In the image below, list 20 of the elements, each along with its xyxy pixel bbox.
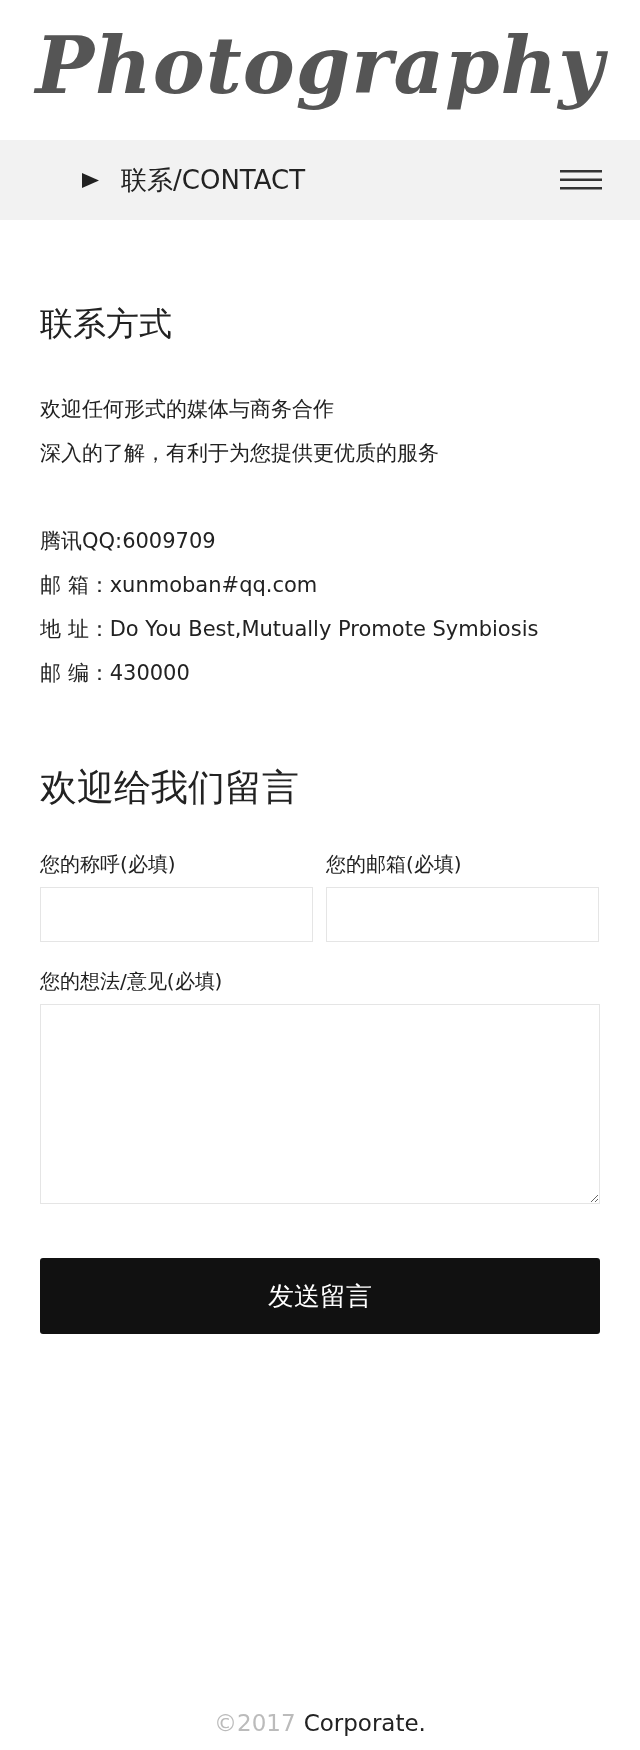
contact-detail: 邮 编：430000 (40, 660, 191, 687)
contact-detail: 地 址：Do You Best,Mutually Promote Symbiosis (40, 616, 540, 643)
section-heading: 欢迎给我们留言 (40, 765, 300, 811)
copyright-year: ©2017 (214, 1710, 296, 1736)
contact-detail: 邮 箱：xunmoban#qq.com (40, 572, 319, 599)
triangle-icon (82, 172, 99, 188)
message-field[interactable] (40, 1004, 600, 1204)
section-heading: 联系方式 (40, 303, 173, 345)
input-field[interactable] (40, 887, 313, 942)
field-label: 您的想法/意见(必填) (40, 968, 224, 995)
field-label: 您的称呼(必填) (40, 851, 177, 878)
send-button[interactable]: 发送留言 (40, 1258, 600, 1334)
page-title: 联系/CONTACT (121, 163, 307, 197)
input-field[interactable] (326, 887, 599, 942)
intro-text: 欢迎任何形式的媒体与商务合作 (40, 396, 335, 423)
intro-text: 深入的了解，有利于为您提供更优质的服务 (40, 440, 440, 467)
menu-icon[interactable] (560, 170, 602, 190)
field-label: 您的邮箱(必填) (326, 851, 463, 878)
contact-detail: 腾讯QQ:6009709 (40, 528, 217, 555)
company-name: Corporate. (303, 1710, 426, 1736)
